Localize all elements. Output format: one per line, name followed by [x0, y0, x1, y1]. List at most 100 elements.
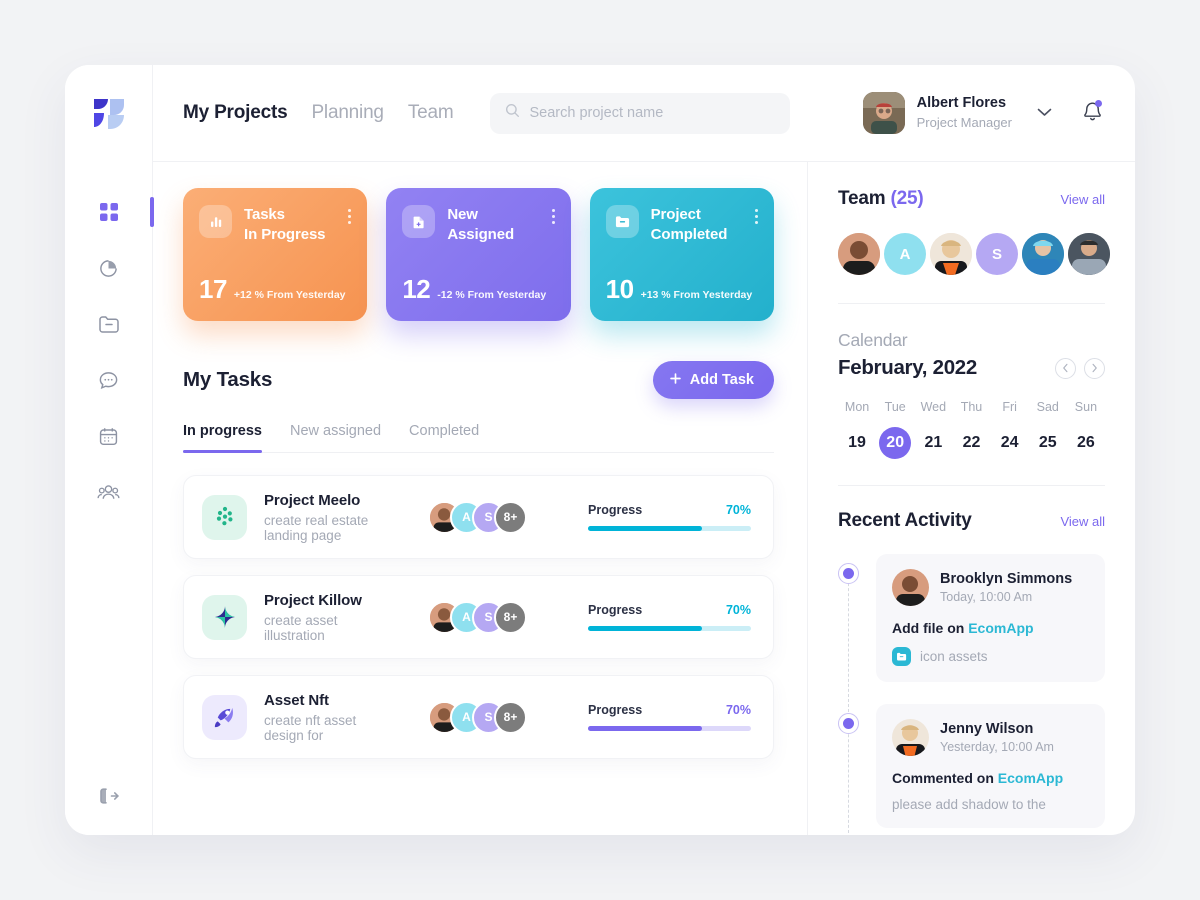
task-assignees: A S 8+	[428, 600, 588, 634]
progress-fill	[588, 726, 703, 731]
activity-action-prefix: Add file on	[892, 620, 969, 636]
activity-user-name: Jenny Wilson	[940, 721, 1034, 737]
activity-user: Jenny Wilson Yesterday, 10:00 Am	[892, 719, 1089, 756]
progress-group: Progress 70%	[588, 503, 751, 531]
activity-view-all-link[interactable]: View all	[1060, 514, 1105, 529]
stat-title-line2: Completed	[650, 226, 728, 244]
calendar-dow: Fri	[1002, 400, 1017, 414]
chevron-right-icon[interactable]	[1084, 357, 1105, 379]
profile-menu[interactable]: Albert Flores Project Manager	[862, 92, 1052, 134]
calendar-day[interactable]: 22	[952, 427, 990, 459]
overflow-count: 8+	[503, 510, 518, 524]
sidebar-item-projects[interactable]	[87, 309, 131, 339]
progress-header: Progress 70%	[588, 503, 751, 517]
avatar[interactable]	[1068, 233, 1110, 275]
tab-new-assigned[interactable]: New assigned	[290, 423, 381, 452]
stat-menu-button[interactable]	[348, 205, 352, 224]
task-assignees: A S 8+	[428, 700, 588, 734]
chevron-left-icon[interactable]	[1055, 357, 1076, 379]
list-item[interactable]: Brooklyn Simmons Today, 10:00 Am Add fil…	[838, 554, 1105, 682]
avatar[interactable]	[930, 233, 972, 275]
app-logo[interactable]	[88, 93, 130, 135]
chevron-down-icon[interactable]	[1037, 104, 1052, 122]
stat-bottom: 10 +13 % From Yesterday	[606, 274, 758, 305]
topbar-right: Albert Flores Project Manager	[862, 92, 1103, 134]
stat-card-new-assigned[interactable]: New Assigned 12 -12 % From Yesterday	[386, 188, 571, 321]
avatar-initial[interactable]: S	[976, 233, 1018, 275]
calendar-day[interactable]: 25	[1029, 427, 1067, 459]
stat-title-line1: Tasks	[244, 206, 285, 223]
calendar-day-selected[interactable]: 20	[876, 427, 914, 459]
stat-bottom: 17 +12 % From Yesterday	[199, 274, 351, 305]
tab-in-progress[interactable]: In progress	[183, 423, 262, 453]
team-header: Team (25) View all	[838, 188, 1105, 210]
stat-menu-button[interactable]	[551, 205, 555, 224]
calendar-dow: Thu	[960, 400, 983, 414]
progress-label: Progress	[588, 703, 643, 717]
left-nav-rail	[65, 65, 154, 835]
avatar-stack[interactable]: A S 8+	[428, 500, 527, 534]
activity-project-link[interactable]: EcomApp	[998, 770, 1063, 786]
nav-my-projects[interactable]: My Projects	[183, 102, 288, 124]
stat-top: Tasks In Progress	[199, 205, 352, 246]
primary-nav: My Projects Planning Team	[183, 102, 454, 124]
team-count: (25)	[890, 188, 924, 209]
activity-project-link[interactable]: EcomApp	[968, 620, 1033, 636]
avatar-stack[interactable]: A S 8+	[428, 600, 527, 634]
calendar-month: February, 2022	[838, 356, 977, 379]
avatar-initial[interactable]: A	[884, 233, 926, 275]
stat-top: Project Completed	[605, 205, 758, 246]
progress-percent: 70%	[725, 503, 751, 517]
task-list: Project Meelo create real estate landing…	[183, 475, 774, 759]
sidebar-item-messages[interactable]	[87, 365, 131, 395]
activity-header: Recent Activity View all	[838, 510, 1105, 532]
sidebar-item-analytics[interactable]	[87, 253, 131, 283]
nav-team[interactable]: Team	[408, 102, 454, 124]
add-task-button[interactable]: Add Task	[652, 361, 774, 399]
profile-text: Albert Flores Project Manager	[917, 94, 1012, 131]
tab-completed[interactable]: Completed	[409, 423, 479, 452]
calendar-dow: Sun	[1074, 400, 1098, 414]
calendar-day-number: 24	[1000, 434, 1019, 451]
calendar-day-number: 19	[848, 434, 866, 451]
stat-menu-button[interactable]	[754, 205, 758, 224]
calendar-day[interactable]: 19	[838, 427, 876, 459]
table-row[interactable]: Asset Nft create nft asset design for A …	[183, 675, 774, 759]
sidebar-item-team[interactable]	[87, 477, 131, 507]
sidebar-item-calendar[interactable]	[87, 421, 131, 451]
progress-track	[588, 726, 751, 731]
activity-file-name: icon assets	[920, 649, 988, 664]
list-item[interactable]: Jenny Wilson Yesterday, 10:00 Am Comment…	[838, 704, 1105, 828]
table-row[interactable]: Project Killow create asset illustration…	[183, 575, 774, 659]
table-row[interactable]: Project Meelo create real estate landing…	[183, 475, 774, 559]
avatar[interactable]	[838, 233, 880, 275]
avatar-stack[interactable]: A S 8+	[428, 700, 527, 734]
stat-card-tasks-in-progress[interactable]: Tasks In Progress 17 +12 % From Yesterda…	[183, 188, 368, 321]
calendar-day[interactable]: 24	[991, 427, 1029, 459]
avatar-overflow-badge: 8+	[494, 700, 527, 734]
activity-title: Recent Activity	[838, 510, 972, 531]
search-box[interactable]	[490, 92, 791, 134]
search-input[interactable]	[529, 105, 776, 121]
dots-cluster-icon	[202, 494, 247, 540]
team-view-all-link[interactable]: View all	[1060, 192, 1105, 207]
activity-file[interactable]: icon assets	[892, 647, 1089, 666]
app-window: My Projects Planning Team Search project…	[65, 65, 1135, 835]
calendar-day-number: 26	[1077, 434, 1095, 451]
avatar-overflow-badge: 8+	[494, 500, 527, 534]
calendar-day[interactable]: 26	[1067, 427, 1105, 459]
sidebar-item-dashboard[interactable]	[87, 197, 154, 227]
activity-action: Add file on EcomApp	[892, 620, 1089, 636]
calendar-header: February, 2022	[838, 356, 1105, 380]
stat-card-project-completed[interactable]: Project Completed 10 +13 % From Yesterda…	[589, 188, 774, 321]
notification-bell-icon[interactable]	[1082, 99, 1103, 127]
progress-header: Progress 70%	[588, 603, 751, 617]
logout-button[interactable]	[87, 781, 131, 811]
timeline-bullet-icon	[838, 563, 859, 584]
nav-planning[interactable]: Planning	[311, 102, 384, 124]
stat-bottom: 12 -12 % From Yesterday	[402, 274, 554, 305]
activity-action: Commented on EcomApp	[892, 770, 1089, 786]
calendar-day[interactable]: 21	[914, 427, 952, 459]
avatar[interactable]	[1022, 233, 1064, 275]
stat-title-line1: New	[447, 206, 478, 223]
